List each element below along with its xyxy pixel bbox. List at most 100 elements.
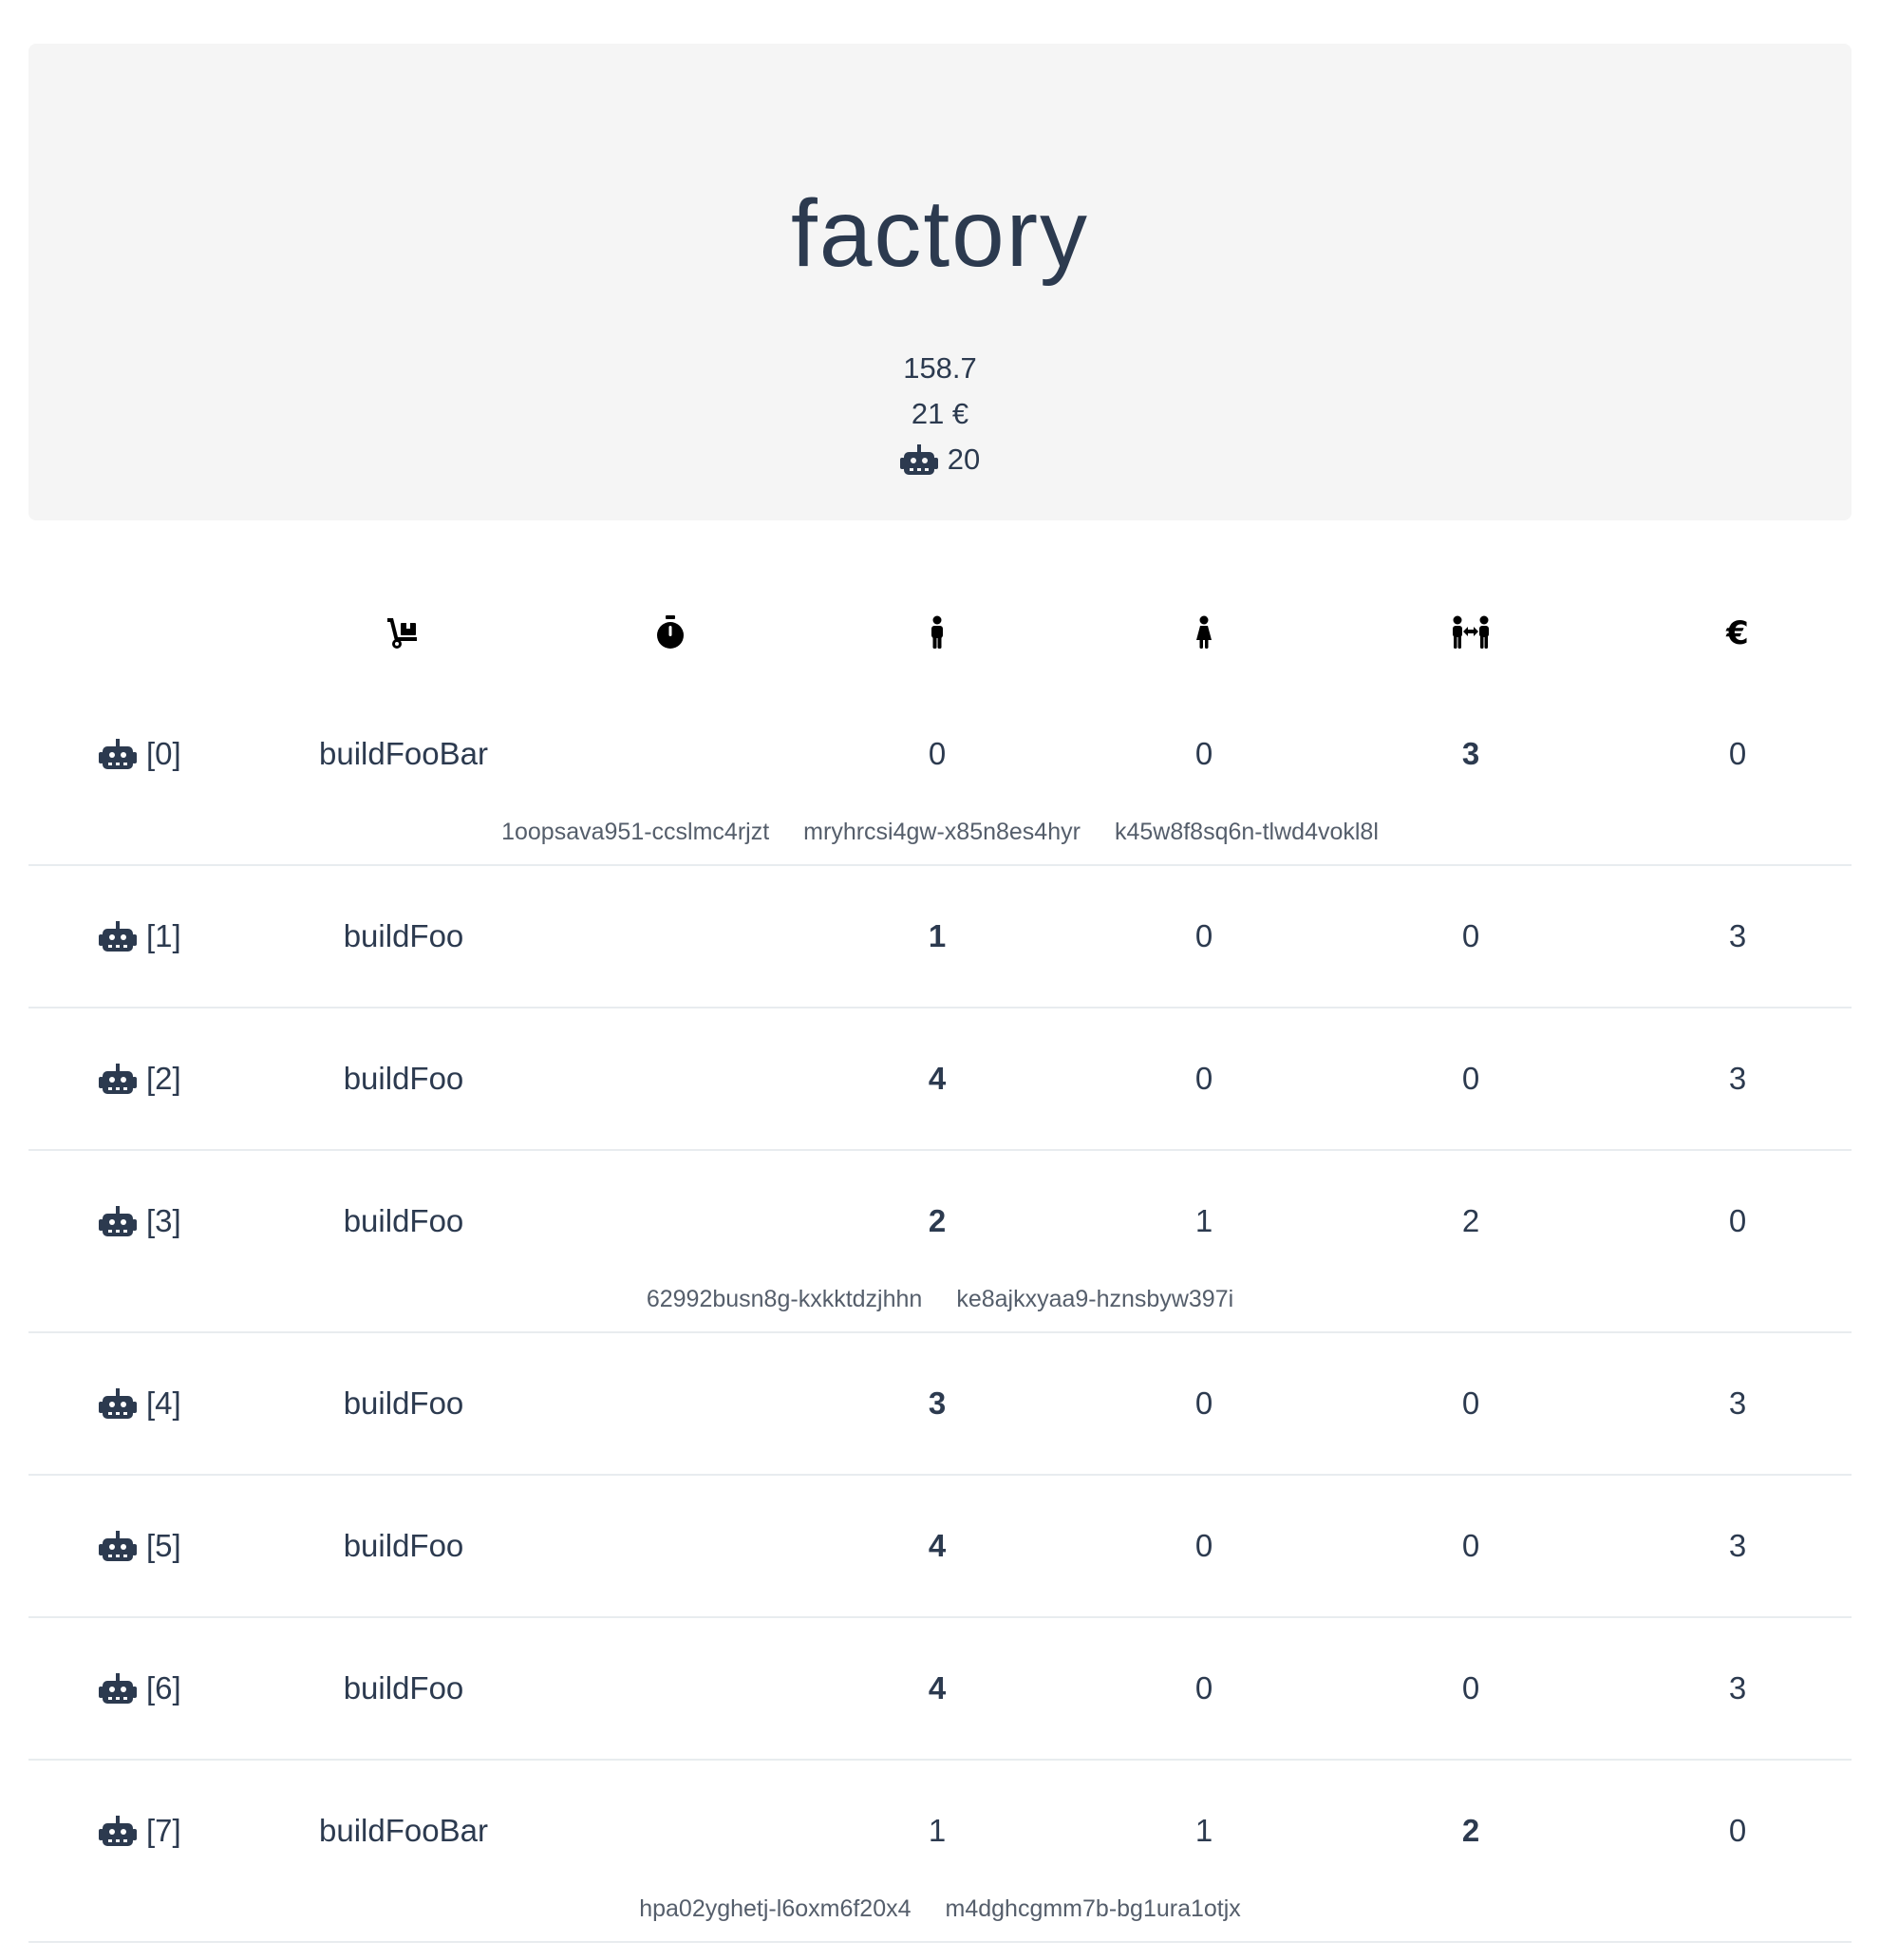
activity-value: buildFoo	[343, 1670, 464, 1706]
cell-bar: 0	[1109, 1333, 1299, 1474]
foobar-value: 2	[1461, 1203, 1480, 1238]
cell-activity: buildFoo	[309, 1333, 498, 1474]
cell-foobar: 0	[1376, 1476, 1566, 1616]
cell-foo: 1	[842, 866, 1032, 1007]
foobar-value: 0	[1461, 1061, 1480, 1096]
cell-foo: 4	[842, 1618, 1032, 1759]
cell-euro: 3	[1643, 1618, 1833, 1759]
bar-value: 0	[1194, 1670, 1213, 1706]
cell-activity: buildFooBar	[309, 1761, 498, 1901]
robot-index: [4]	[146, 1385, 181, 1421]
robot-icon	[99, 1531, 137, 1561]
product-ids: 62992busn8g-kxkktdzjhhn ke8ajkxyaa9-hznsb…	[28, 1286, 1852, 1331]
bar-value: 1	[1194, 1203, 1213, 1238]
activity-value: buildFoo	[343, 1061, 464, 1096]
robot-icon	[99, 1388, 137, 1419]
bar-value: 0	[1194, 736, 1213, 771]
robot-index: [0]	[146, 736, 181, 771]
table-header: €	[28, 589, 1852, 684]
robot-index: [7]	[146, 1813, 181, 1848]
robot-icon	[99, 1206, 137, 1236]
cell-foo: 1	[842, 1761, 1032, 1901]
euro-value: 0	[1728, 736, 1747, 771]
product-ids: 1oopsava951-ccslmc4rjzt mryhrcsi4gw-x85n8…	[28, 819, 1852, 864]
robot-icon	[99, 921, 137, 952]
cell-euro: 3	[1643, 1008, 1833, 1149]
activity-value: buildFoo	[343, 1203, 464, 1238]
robot-label: [1]	[99, 866, 181, 1007]
table-row: [1] buildFoo 1 0 0 3	[28, 866, 1852, 1008]
foo-value: 4	[928, 1670, 947, 1706]
table-row: [7] buildFooBar 1 1 2 0 hpa02yghetj-l6oxm6f20x…	[28, 1761, 1852, 1943]
cell-euro: 0	[1643, 684, 1833, 824]
robot-index: [2]	[146, 1061, 181, 1096]
table-row: [2] buildFoo 4 0 0 3	[28, 1008, 1852, 1151]
product-ids: hpa02yghetj-l6oxm6f20x4 m4dghcgmm7b-bg1ur…	[28, 1895, 1852, 1941]
robot-label: [2]	[99, 1008, 181, 1149]
euro-icon: €	[1709, 614, 1766, 654]
cell-bar: 0	[1109, 1476, 1299, 1616]
cell-foobar: 0	[1376, 1618, 1566, 1759]
robot-count: 20	[899, 437, 981, 482]
dolly-icon	[375, 615, 432, 654]
activity-value: buildFooBar	[319, 736, 488, 771]
cell-activity: buildFoo	[309, 1618, 498, 1759]
money-balance: 21 €	[911, 397, 969, 430]
robot-icon	[99, 1816, 137, 1846]
foobar-value: 0	[1461, 1528, 1480, 1563]
svg-text:€: €	[1725, 615, 1749, 650]
cell-foo: 4	[842, 1008, 1032, 1149]
cell-bar: 0	[1109, 866, 1299, 1007]
cell-euro: 0	[1643, 1761, 1833, 1901]
activity-value: buildFooBar	[319, 1813, 488, 1848]
cell-activity: buildFoo	[309, 866, 498, 1007]
people-arrows-icon	[1442, 615, 1499, 654]
cell-foo: 4	[842, 1476, 1032, 1616]
foo-value: 2	[928, 1203, 947, 1238]
foo-value: 4	[928, 1061, 947, 1096]
cell-bar: 0	[1109, 684, 1299, 824]
euro-value: 3	[1728, 918, 1747, 953]
male-icon	[909, 615, 966, 654]
bar-value: 0	[1194, 918, 1213, 953]
euro-value: 3	[1728, 1670, 1747, 1706]
cell-foobar: 2	[1376, 1761, 1566, 1901]
activity-value: buildFoo	[343, 918, 464, 953]
foo-value: 1	[928, 918, 947, 953]
robot-icon	[99, 739, 137, 769]
bar-value: 1	[1194, 1813, 1213, 1848]
robot-index: [6]	[146, 1670, 181, 1706]
table-row: [3] buildFoo 2 1 2 0 62992busn8g-kxkktdzjhhn ke…	[28, 1151, 1852, 1333]
bar-value: 0	[1194, 1061, 1213, 1096]
cell-euro: 0	[1643, 1151, 1833, 1291]
foo-value: 4	[928, 1528, 947, 1563]
foobar-value: 0	[1461, 918, 1480, 953]
cell-euro: 3	[1643, 1333, 1833, 1474]
table-row: [5] buildFoo 4 0 0 3	[28, 1476, 1852, 1618]
cell-bar: 0	[1109, 1008, 1299, 1149]
cell-foobar: 0	[1376, 1008, 1566, 1149]
cell-bar: 1	[1109, 1151, 1299, 1291]
euro-value: 3	[1728, 1528, 1747, 1563]
cell-foo: 2	[842, 1151, 1032, 1291]
cell-euro: 3	[1643, 1476, 1833, 1616]
robot-label: [3]	[99, 1151, 181, 1291]
page-title: factory	[790, 180, 1090, 287]
female-icon	[1175, 615, 1232, 654]
robot-icon	[899, 444, 938, 475]
robot-icon	[99, 1673, 137, 1704]
robot-index: [3]	[146, 1203, 181, 1238]
robot-icon	[99, 1064, 137, 1094]
factory-header: factory 158.7 21 € 20	[28, 44, 1852, 520]
elapsed-time: 158.7	[903, 351, 977, 385]
bar-value: 0	[1194, 1385, 1213, 1421]
cell-activity: buildFoo	[309, 1008, 498, 1149]
foobar-value: 2	[1461, 1813, 1480, 1848]
cell-activity: buildFoo	[309, 1476, 498, 1616]
robot-count-value: 20	[947, 443, 981, 476]
foobar-value: 0	[1461, 1385, 1480, 1421]
cell-bar: 0	[1109, 1618, 1299, 1759]
foo-value: 3	[928, 1385, 947, 1421]
robots-table: € [0] buildFooBar 0 0 3 0 1oopsava951-ccslmc4r…	[28, 589, 1852, 1943]
foobar-value: 3	[1461, 736, 1480, 771]
